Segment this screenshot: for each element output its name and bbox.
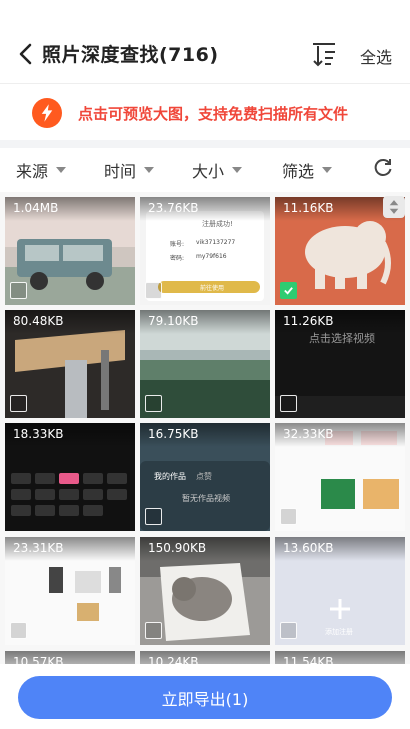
banner-text[interactable]: 点击可预览大图，支持免费扫描所有文件 bbox=[78, 103, 348, 124]
photo-tile[interactable]: 10.24KB bbox=[140, 651, 270, 664]
select-checkbox[interactable] bbox=[10, 395, 27, 412]
caret-down-icon bbox=[232, 167, 243, 173]
select-checkbox[interactable] bbox=[280, 395, 297, 412]
select-checkbox[interactable] bbox=[145, 282, 162, 299]
photo-tile[interactable]: 18.33KB bbox=[5, 423, 135, 531]
lightning-icon bbox=[32, 98, 62, 128]
thumb-text: vik37137277 bbox=[196, 239, 236, 246]
thumb-text: 密码: bbox=[170, 255, 185, 262]
photo-tile[interactable]: 32.33KB bbox=[275, 423, 405, 531]
file-size-label: 150.90KB bbox=[140, 537, 270, 561]
file-size-label: 16.75KB bbox=[140, 423, 270, 447]
file-size-label: 79.10KB bbox=[140, 310, 270, 334]
photo-grid: 1.04MB 注册成功! 账号: vik37137277 密码: my79f61… bbox=[0, 192, 410, 664]
thumb-text: my79f616 bbox=[196, 253, 227, 260]
file-size-label: 80.48KB bbox=[5, 310, 135, 334]
filter-size[interactable]: 大小 bbox=[192, 158, 243, 182]
file-size-label: 18.33KB bbox=[5, 423, 135, 447]
file-size-label: 11.26KB bbox=[275, 310, 405, 334]
select-checkbox[interactable] bbox=[10, 282, 27, 299]
thumb-text: 添加注册 bbox=[325, 628, 353, 636]
back-arrow-icon bbox=[19, 43, 32, 65]
refresh-button[interactable] bbox=[372, 156, 394, 178]
photo-tile[interactable]: 11.54KB bbox=[275, 651, 405, 664]
filter-label: 筛选 bbox=[282, 162, 315, 181]
select-checkbox[interactable] bbox=[280, 282, 297, 299]
select-checkbox[interactable] bbox=[280, 622, 297, 639]
photo-tile[interactable]: 注册成功! 账号: vik37137277 密码: my79f616 前往使用 … bbox=[140, 197, 270, 305]
refresh-icon bbox=[374, 159, 392, 176]
thumb-text: 点赞 bbox=[196, 472, 212, 481]
select-checkbox[interactable] bbox=[10, 622, 27, 639]
thumb-text: 前往使用 bbox=[200, 285, 225, 292]
filter-label: 时间 bbox=[104, 162, 137, 181]
filter-source[interactable]: 来源 bbox=[16, 158, 67, 182]
photo-tile[interactable]: 添加注册 13.60KB bbox=[275, 537, 405, 645]
page-title: 照片深度查找(716) bbox=[42, 44, 219, 66]
photo-tile[interactable]: 79.10KB bbox=[140, 310, 270, 418]
caret-down-icon bbox=[322, 167, 333, 173]
photo-tile[interactable]: 23.31KB bbox=[5, 537, 135, 645]
file-size-label: 1.04MB bbox=[5, 197, 135, 221]
photo-tile[interactable]: 150.90KB bbox=[140, 537, 270, 645]
select-checkbox[interactable] bbox=[145, 508, 162, 525]
sort-icon bbox=[313, 43, 335, 67]
photo-tile[interactable]: 点击选择视频 11.26KB bbox=[275, 310, 405, 418]
back-button[interactable] bbox=[12, 38, 40, 70]
photo-tile[interactable]: 1.04MB bbox=[5, 197, 135, 305]
file-size-label: 10.24KB bbox=[140, 651, 270, 664]
file-size-label: 23.31KB bbox=[5, 537, 135, 561]
caret-down-icon bbox=[144, 167, 155, 173]
scroll-handle[interactable] bbox=[383, 196, 405, 218]
check-icon bbox=[284, 287, 293, 295]
select-checkbox[interactable] bbox=[280, 508, 297, 525]
file-size-label: 32.33KB bbox=[275, 423, 405, 447]
filter-time[interactable]: 时间 bbox=[104, 158, 155, 182]
photo-tile[interactable]: 我的作品 点赞 暂无作品视频 16.75KB bbox=[140, 423, 270, 531]
file-size-label: 13.60KB bbox=[275, 537, 405, 561]
photo-tile[interactable]: 10.57KB bbox=[5, 651, 135, 664]
thumb-text: 暂无作品视频 bbox=[182, 494, 230, 503]
caret-down-icon bbox=[56, 167, 67, 173]
filter-screen[interactable]: 筛选 bbox=[282, 158, 333, 182]
filter-label: 来源 bbox=[16, 162, 49, 181]
select-checkbox[interactable] bbox=[145, 395, 162, 412]
export-button[interactable]: 立即导出(1) bbox=[18, 676, 392, 719]
file-size-label: 11.54KB bbox=[275, 651, 405, 664]
sort-button[interactable] bbox=[310, 40, 338, 68]
file-size-label: 10.57KB bbox=[5, 651, 135, 664]
thumb-text: 我的作品 bbox=[154, 472, 186, 481]
filter-label: 大小 bbox=[192, 162, 225, 181]
section-divider bbox=[0, 140, 410, 148]
photo-tile[interactable]: 80.48KB bbox=[5, 310, 135, 418]
file-size-label: 23.76KB bbox=[140, 197, 270, 221]
thumb-text: 账号: bbox=[170, 241, 185, 248]
select-all-button[interactable]: 全选 bbox=[360, 44, 392, 68]
select-checkbox[interactable] bbox=[145, 622, 162, 639]
up-down-arrows-icon bbox=[389, 200, 399, 214]
